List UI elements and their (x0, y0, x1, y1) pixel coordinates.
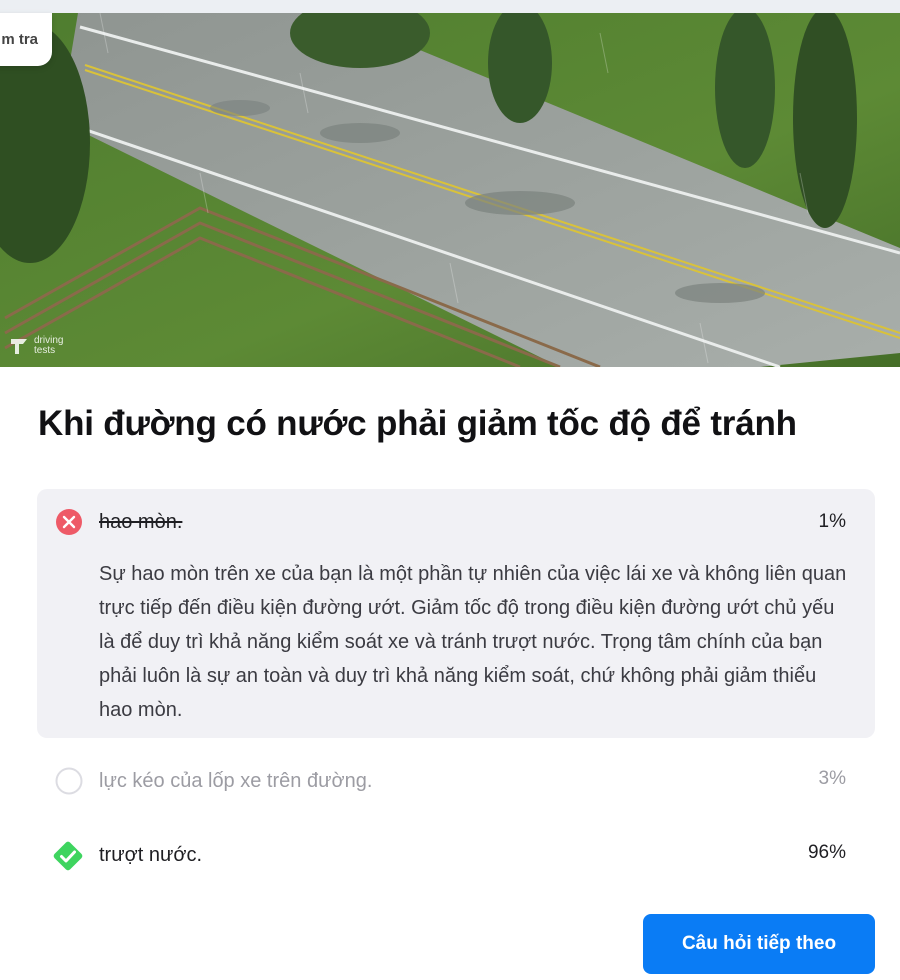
watermark-logo: driving tests (8, 335, 63, 357)
answer-option-percent: 3% (818, 768, 846, 789)
x-circle-icon (56, 509, 82, 535)
check-tab[interactable]: m tra (0, 13, 52, 66)
answer-option-percent: 96% (807, 842, 846, 863)
answer-option-1[interactable]: hao mòn. 1% (0, 506, 900, 546)
top-strip (0, 0, 900, 13)
watermark-text: driving tests (34, 335, 64, 356)
question-image (0, 13, 900, 367)
check-tab-label: m tra (1, 31, 38, 48)
answer-option-label: hao mòn. (99, 511, 183, 533)
answer-option-percent: 1% (818, 511, 846, 532)
next-question-button[interactable]: Câu hỏi tiếp theo (643, 914, 875, 974)
empty-circle-icon (55, 767, 83, 795)
question-text: Khi đường có nước phải giảm tốc độ để tr… (38, 404, 797, 443)
answer-option-2[interactable]: lực kéo của lốp xe trên đường. 3% (0, 764, 900, 804)
driving-tests-logo-icon (11, 339, 27, 354)
check-diamond-icon (53, 841, 83, 871)
answer-option-label: trượt nước. (99, 844, 203, 866)
answer-option-label: lực kéo của lốp xe trên đường. (99, 770, 373, 792)
answer-option-3[interactable]: trượt nước. 96% (0, 838, 900, 878)
answer-explanation: Sự hao mòn trên xe của bạn là một phần t… (99, 563, 847, 721)
